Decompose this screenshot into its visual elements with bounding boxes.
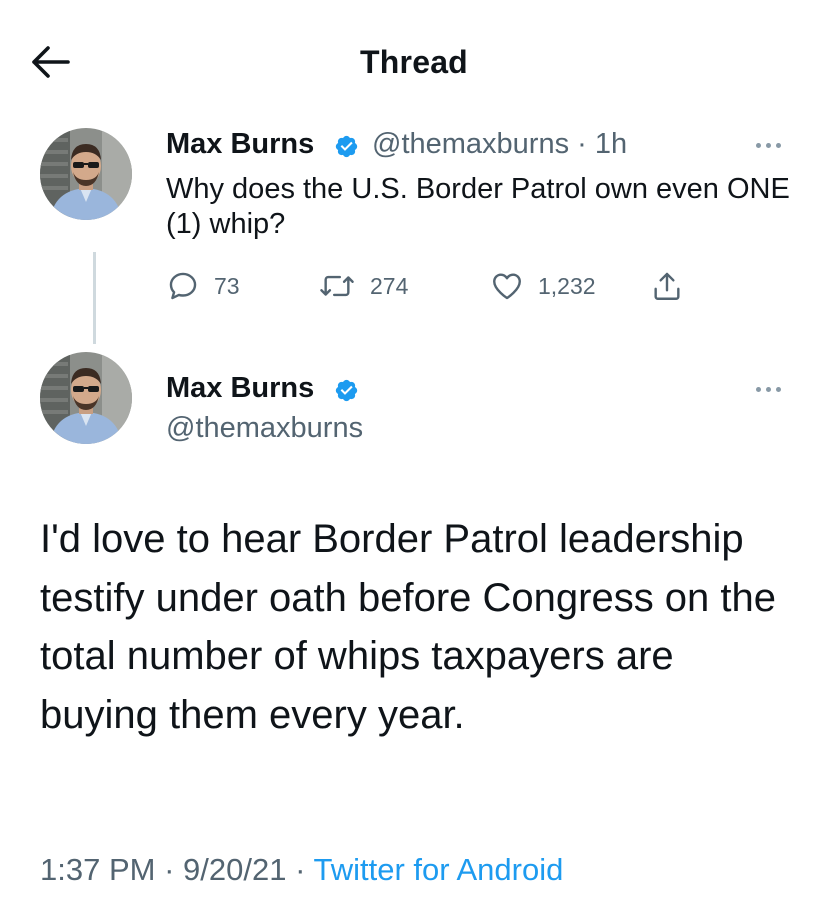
reply-icon xyxy=(169,272,197,300)
reply-count: 73 xyxy=(214,272,240,299)
retweet-icon xyxy=(320,275,354,297)
page-title: Thread xyxy=(360,44,468,80)
verified-badge-icon xyxy=(335,379,358,402)
avatar[interactable] xyxy=(40,352,132,444)
tweet-metadata: 1:37 PM · 9/20/21 · Twitter for Android xyxy=(40,852,563,888)
tweet-time[interactable]: 1h xyxy=(595,128,627,160)
heart-icon xyxy=(493,273,521,300)
reply-button[interactable]: 73 xyxy=(166,268,240,304)
separator-dot: · xyxy=(577,128,587,160)
author-handle[interactable]: @themaxburns xyxy=(372,128,569,160)
share-icon xyxy=(654,272,680,300)
author-name[interactable]: Max Burns xyxy=(166,128,314,161)
author-handle[interactable]: @themaxburns xyxy=(166,412,363,445)
separator-dot: · xyxy=(295,852,306,887)
main-tweet-text: I'd love to hear Border Patrol leadershi… xyxy=(40,517,777,737)
verified-badge-icon xyxy=(335,135,358,158)
tweet-time: 1:37 PM xyxy=(40,852,156,887)
retweet-count: 274 xyxy=(370,272,409,299)
share-button[interactable] xyxy=(650,268,684,304)
tweet-source-link[interactable]: Twitter for Android xyxy=(313,852,563,887)
tweet-date: 9/20/21 xyxy=(183,852,287,887)
author-handle-line: @themaxburns · 1h xyxy=(372,128,627,161)
thread-connector-line xyxy=(93,252,96,344)
like-button[interactable]: 1,232 xyxy=(490,268,596,304)
separator-dot: · xyxy=(164,852,175,887)
like-count: 1,232 xyxy=(538,272,596,299)
retweet-button[interactable]: 274 xyxy=(318,268,408,304)
more-options-button[interactable] xyxy=(752,136,786,156)
parent-tweet-text: Why does the U.S. Border Patrol own even… xyxy=(166,173,790,240)
more-options-button[interactable] xyxy=(752,380,786,400)
thread-header: Thread xyxy=(0,0,828,110)
author-name[interactable]: Max Burns xyxy=(166,372,314,405)
avatar[interactable] xyxy=(40,128,132,220)
